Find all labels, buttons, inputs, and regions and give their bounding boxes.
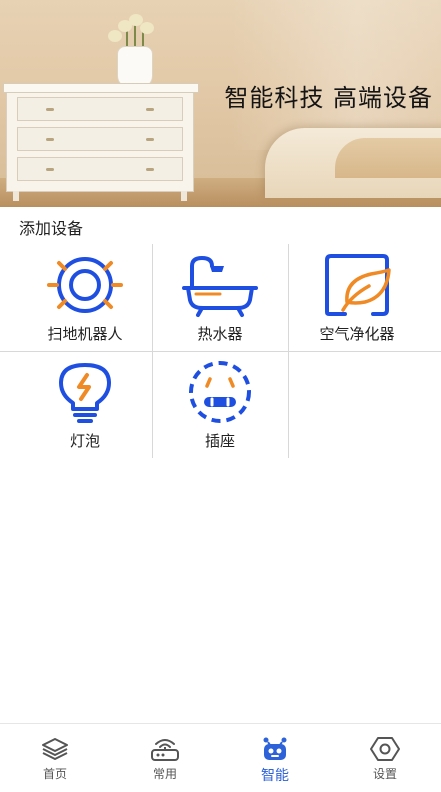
- leaf-icon: [317, 252, 397, 318]
- device-air-purifier[interactable]: 空气净化器: [284, 244, 430, 351]
- device-label: 扫地机器人: [47, 325, 123, 343]
- tab-label: 常用: [152, 767, 177, 781]
- tab-label: 智能: [261, 768, 289, 784]
- bed: [265, 128, 441, 198]
- hexagon-settings-icon: [370, 736, 400, 762]
- dresser: [3, 83, 199, 201]
- banner-image: 智能科技 高端设备: [0, 0, 441, 207]
- robot-vacuum-icon: [45, 252, 125, 318]
- bottom-tab-bar: 首页 常用 智能 设置: [0, 723, 441, 791]
- device-label: 插座: [204, 432, 235, 450]
- vase: [117, 46, 153, 88]
- device-lightbulb[interactable]: 灯泡: [12, 351, 158, 458]
- router-icon: [150, 736, 180, 762]
- robot-icon: [260, 736, 290, 762]
- section-title: 添加设备: [19, 219, 84, 238]
- device-label: 空气净化器: [319, 325, 395, 343]
- device-water-heater[interactable]: 热水器: [147, 244, 293, 351]
- tab-settings[interactable]: 设置: [330, 724, 440, 792]
- device-socket[interactable]: 插座: [147, 351, 293, 458]
- bathtub-icon: [180, 252, 260, 318]
- device-grid: 扫地机器人 热水器 空气净化器 灯泡 插座: [0, 244, 441, 458]
- tab-home[interactable]: 首页: [0, 724, 110, 792]
- tab-smart[interactable]: 智能: [220, 724, 330, 792]
- flower: [140, 22, 154, 34]
- tab-label: 设置: [372, 767, 397, 781]
- device-robot-vacuum[interactable]: 扫地机器人: [12, 244, 158, 351]
- banner-slogan: 智能科技 高端设备: [224, 84, 433, 112]
- power-socket-icon: [180, 359, 260, 425]
- device-label: 热水器: [197, 325, 243, 343]
- tab-common[interactable]: 常用: [110, 724, 220, 792]
- layers-icon: [40, 736, 70, 762]
- device-label: 灯泡: [69, 432, 100, 450]
- lightbulb-icon: [45, 359, 125, 425]
- flower: [108, 30, 122, 42]
- tab-label: 首页: [42, 767, 67, 781]
